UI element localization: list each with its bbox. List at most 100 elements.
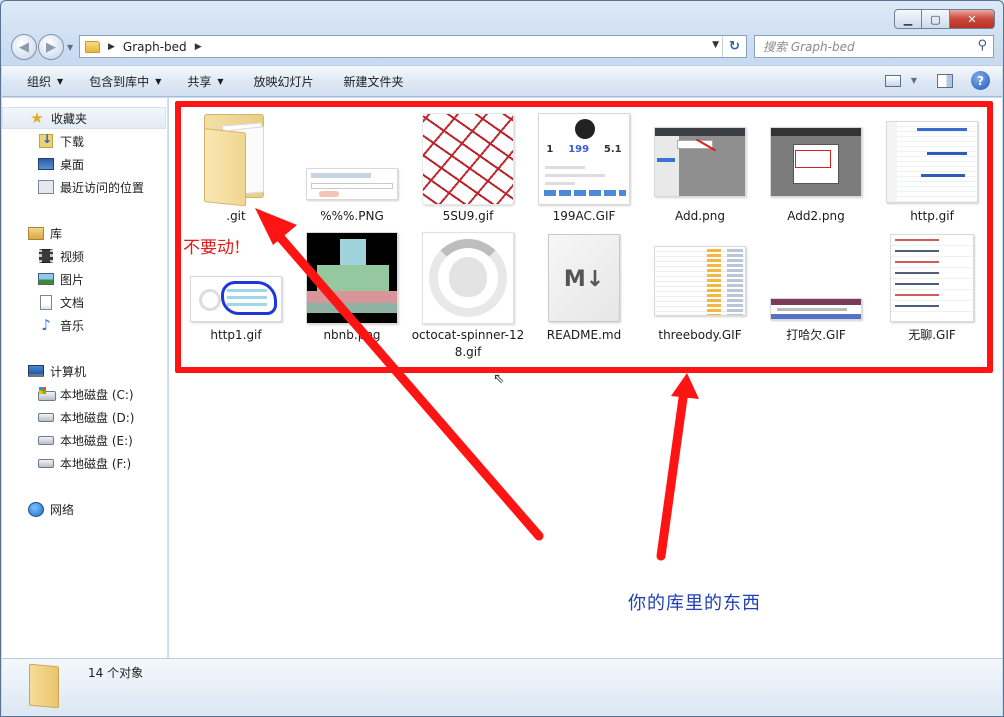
chevron-down-icon: ▼ (155, 76, 162, 86)
sidebar-item-label: 收藏夹 (51, 111, 88, 126)
minimize-button[interactable]: ▁ (894, 9, 922, 29)
preview-pane-icon[interactable] (937, 73, 953, 88)
image-thumbnail (422, 113, 514, 205)
sidebar-item-computer[interactable]: 计算机 (28, 360, 86, 382)
file-item-octocat-spinner[interactable]: octocat-spinner-128.gif (409, 221, 527, 361)
annotation-dont-move: 不要动! (183, 238, 241, 258)
file-item-199ac[interactable]: 1 199 5.1 199AC.GIF (525, 102, 643, 225)
share-label: 共享 (187, 74, 212, 89)
status-bar: 14 个对象 (2, 658, 1002, 716)
sidebar-item-label: 音乐 (60, 318, 85, 333)
change-view-icon[interactable] (884, 74, 901, 87)
drive-icon (38, 435, 54, 445)
file-name: threebody.GIF (658, 328, 742, 342)
image-thumbnail (654, 246, 746, 316)
address-dropdown-icon[interactable]: ▼ (712, 40, 719, 50)
sidebar-item-libraries[interactable]: 库 (28, 222, 62, 244)
navigation-pane: ★ 收藏夹 下载 桌面 最近访问的位置 库 视频 图片 文档 (2, 98, 168, 658)
close-button[interactable]: ✕ (950, 9, 995, 29)
sidebar-item-drive-e[interactable]: 本地磁盘 (E:) (38, 429, 133, 451)
markdown-badge: M↓ (563, 267, 605, 292)
image-thumbnail (422, 232, 514, 324)
chevron-right-icon[interactable]: ▶ (195, 42, 202, 52)
maximize-button[interactable]: ▢ (922, 9, 950, 29)
explorer-window: ▁ ▢ ✕ ◀ ▶ ▼ ▶ Graph-bed ▶ ▼ ↻ 搜索 Graph-b… (0, 0, 1004, 717)
sidebar-item-downloads[interactable]: 下载 (38, 130, 84, 152)
file-name: README.md (546, 328, 622, 342)
markdown-file-icon: M↓ (548, 234, 620, 322)
desktop-icon (38, 158, 54, 170)
breadcrumb-graph-bed[interactable]: Graph-bed (123, 40, 187, 54)
search-input[interactable]: 搜索 Graph-bed ⚲ (754, 35, 994, 58)
file-item-dahaqian[interactable]: 打哈欠.GIF (757, 221, 875, 344)
sidebar-item-recent[interactable]: 最近访问的位置 (38, 176, 144, 198)
sidebar-item-favorites[interactable]: ★ 收藏夹 (2, 107, 166, 129)
recent-pages-dropdown[interactable]: ▼ (67, 43, 73, 52)
sidebar-item-pictures[interactable]: 图片 (38, 268, 84, 290)
sidebar-item-label: 本地磁盘 (E:) (60, 433, 133, 448)
new-folder-button[interactable]: 新建文件夹 (327, 73, 417, 90)
sidebar-item-drive-c[interactable]: 本地磁盘 (C:) (38, 383, 134, 405)
image-thumbnail (886, 121, 978, 203)
search-icon[interactable]: ⚲ (977, 38, 987, 53)
chevron-right-icon[interactable]: ▶ (108, 42, 115, 52)
forward-button[interactable]: ▶ (38, 34, 64, 60)
view-options-dropdown[interactable]: ▼ (911, 76, 917, 85)
image-thumbnail (770, 298, 862, 320)
organize-button[interactable]: 组织 ▼ (14, 73, 76, 90)
sidebar-item-desktop[interactable]: 桌面 (38, 153, 84, 175)
stat-value: 1 (546, 144, 554, 155)
network-icon (28, 501, 44, 517)
image-thumbnail (306, 168, 398, 200)
include-in-library-button[interactable]: 包含到库中 ▼ (76, 73, 174, 90)
sidebar-item-network[interactable]: 网络 (28, 498, 74, 520)
file-name: nbnb.png (323, 328, 381, 342)
document-icon (40, 294, 52, 310)
drive-icon (38, 412, 54, 422)
address-bar[interactable]: ▶ Graph-bed ▶ ▼ ↻ (79, 35, 747, 58)
drive-icon (38, 458, 54, 468)
new-folder-label: 新建文件夹 (343, 74, 404, 89)
stat-value: 199 (568, 144, 590, 155)
library-icon (28, 226, 44, 240)
file-item-pct-png[interactable]: %%%.PNG (293, 102, 411, 225)
slideshow-button[interactable]: 放映幻灯片 (237, 73, 327, 90)
sidebar-item-label: 桌面 (60, 157, 85, 172)
sidebar-item-documents[interactable]: 文档 (38, 291, 84, 313)
file-item-readme[interactable]: M↓ README.md (525, 221, 643, 344)
chevron-down-icon: ▼ (217, 76, 224, 86)
image-thumbnail (890, 234, 974, 322)
help-icon[interactable]: ? (971, 71, 990, 90)
command-bar: 组织 ▼ 包含到库中 ▼ 共享 ▼ 放映幻灯片 新建文件夹 ▼ ? (2, 65, 1002, 97)
system-drive-icon (38, 387, 56, 401)
refresh-icon[interactable]: ↻ (722, 36, 746, 57)
file-item-add[interactable]: Add.png (641, 102, 759, 225)
sidebar-item-drive-f[interactable]: 本地磁盘 (F:) (38, 452, 131, 474)
file-view[interactable]: .git %%%.PNG 5SU9.gif 1 199 5.1 199AC.GI… (169, 98, 1002, 658)
video-icon (39, 249, 53, 263)
file-item-5su9[interactable]: 5SU9.gif (409, 102, 527, 225)
image-thumbnail (306, 232, 398, 324)
file-item-http[interactable]: http.gif (873, 102, 991, 225)
back-button[interactable]: ◀ (11, 34, 37, 60)
sidebar-item-label: 本地磁盘 (C:) (60, 387, 134, 402)
file-item-add2[interactable]: Add2.png (757, 102, 875, 225)
file-item-wuliao[interactable]: 无聊.GIF (873, 221, 991, 344)
file-item-threebody[interactable]: threebody.GIF (641, 221, 759, 344)
sidebar-item-label: 下载 (60, 134, 85, 149)
file-item-git[interactable]: .git (177, 102, 295, 225)
file-name: 打哈欠.GIF (786, 328, 846, 342)
sidebar-item-label: 本地磁盘 (D:) (60, 410, 135, 425)
sidebar-item-drive-d[interactable]: 本地磁盘 (D:) (38, 406, 134, 428)
file-name: http1.gif (210, 328, 262, 342)
sidebar-item-label: 网络 (50, 502, 75, 517)
item-count: 14 个对象 (88, 666, 144, 680)
file-name: 无聊.GIF (908, 328, 956, 342)
share-button[interactable]: 共享 ▼ (174, 73, 236, 90)
sidebar-item-videos[interactable]: 视频 (38, 245, 84, 267)
sidebar-item-label: 本地磁盘 (F:) (60, 456, 132, 471)
file-item-nbnb[interactable]: nbnb.png (293, 221, 411, 344)
chevron-down-icon: ▼ (57, 76, 64, 86)
sidebar-item-music[interactable]: ♪ 音乐 (38, 314, 84, 336)
mouse-cursor-icon: ⇖ (493, 371, 505, 387)
